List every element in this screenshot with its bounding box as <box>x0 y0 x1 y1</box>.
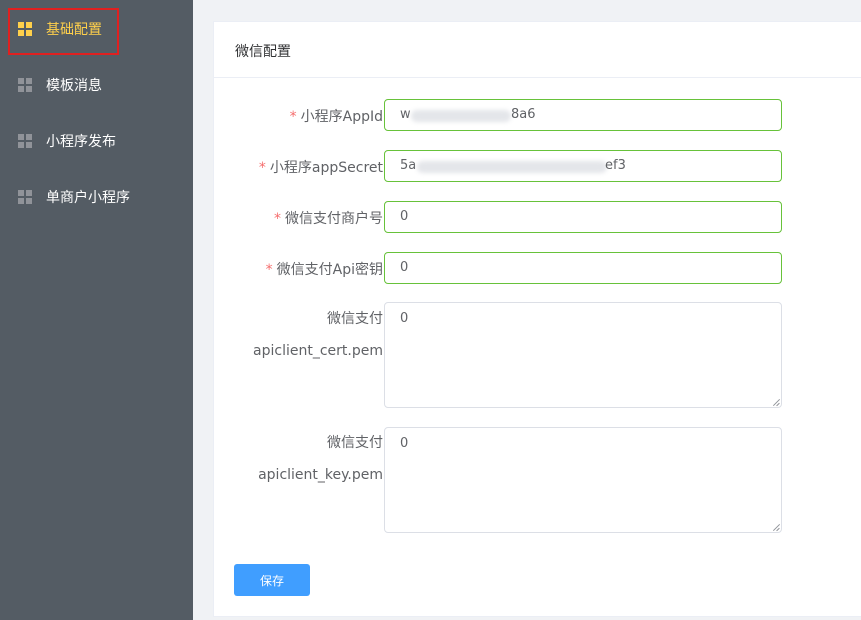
appid-value-start: w <box>400 107 411 122</box>
sidebar-item-label: 模板消息 <box>46 78 102 94</box>
sidebar-item-miniprogram-publish[interactable]: 小程序发布 <box>0 113 193 169</box>
sidebar-item-template-message[interactable]: 模板消息 <box>0 57 193 113</box>
cert-label-line2: apiclient_cert.pem <box>253 343 383 359</box>
key-label-line1: 微信支付 <box>327 435 383 451</box>
card-header: 微信配置 <box>214 22 861 78</box>
appid-value-end: 8a6 <box>511 107 536 122</box>
appid-input[interactable]: w 8a6 <box>384 99 782 131</box>
grid-icon <box>18 190 32 204</box>
api-key-label: * 微信支付Api密钥 <box>266 259 383 279</box>
masked-value <box>417 161 607 173</box>
required-mark: * <box>265 262 273 278</box>
cert-label: 微信支付 apiclient_cert.pem <box>253 303 383 367</box>
appid-label: * 小程序AppId <box>290 106 383 126</box>
api-key-value: 0 <box>400 260 409 275</box>
appsecret-value-end: ef3 <box>605 158 626 173</box>
merchant-id-input[interactable]: 0 <box>384 201 782 233</box>
resize-handle-icon[interactable] <box>772 523 780 531</box>
merchant-id-label-text: 微信支付商户号 <box>285 211 383 227</box>
sidebar-item-label: 单商户小程序 <box>46 190 130 206</box>
appid-label-text: 小程序AppId <box>300 109 383 125</box>
key-textarea[interactable]: 0 <box>384 427 782 533</box>
api-key-label-text: 微信支付Api密钥 <box>276 262 383 278</box>
wechat-config-card: 微信配置 * 小程序AppId w 8a6 * 小程序appSecret 5a ef… <box>213 21 861 617</box>
appsecret-input[interactable]: 5a ef3 <box>384 150 782 182</box>
cert-textarea[interactable]: 0 <box>384 302 782 408</box>
required-mark: * <box>258 160 266 176</box>
merchant-id-value: 0 <box>400 209 409 224</box>
cert-label-line1: 微信支付 <box>327 311 383 327</box>
merchant-id-label: * 微信支付商户号 <box>274 208 383 228</box>
resize-handle-icon[interactable] <box>772 398 780 406</box>
grid-icon <box>18 78 32 92</box>
masked-value <box>411 110 511 122</box>
save-button[interactable]: 保存 <box>234 564 310 596</box>
key-label-line2: apiclient_key.pem <box>258 467 383 483</box>
grid-icon <box>18 134 32 148</box>
sidebar: 基础配置 模板消息 小程序发布 单商户小程序 <box>0 0 193 620</box>
card-title: 微信配置 <box>235 44 291 60</box>
appsecret-label-text: 小程序appSecret <box>269 160 383 176</box>
key-label: 微信支付 apiclient_key.pem <box>258 427 383 491</box>
api-key-input[interactable]: 0 <box>384 252 782 284</box>
sidebar-item-label: 小程序发布 <box>46 134 116 150</box>
sidebar-item-single-merchant[interactable]: 单商户小程序 <box>0 169 193 225</box>
highlight-box <box>8 8 119 55</box>
required-mark: * <box>274 211 281 227</box>
key-value: 0 <box>400 436 409 451</box>
appsecret-label: * 小程序appSecret <box>259 157 383 177</box>
cert-value: 0 <box>400 311 409 326</box>
appsecret-value-start: 5a <box>400 158 417 173</box>
required-mark: * <box>289 109 297 125</box>
